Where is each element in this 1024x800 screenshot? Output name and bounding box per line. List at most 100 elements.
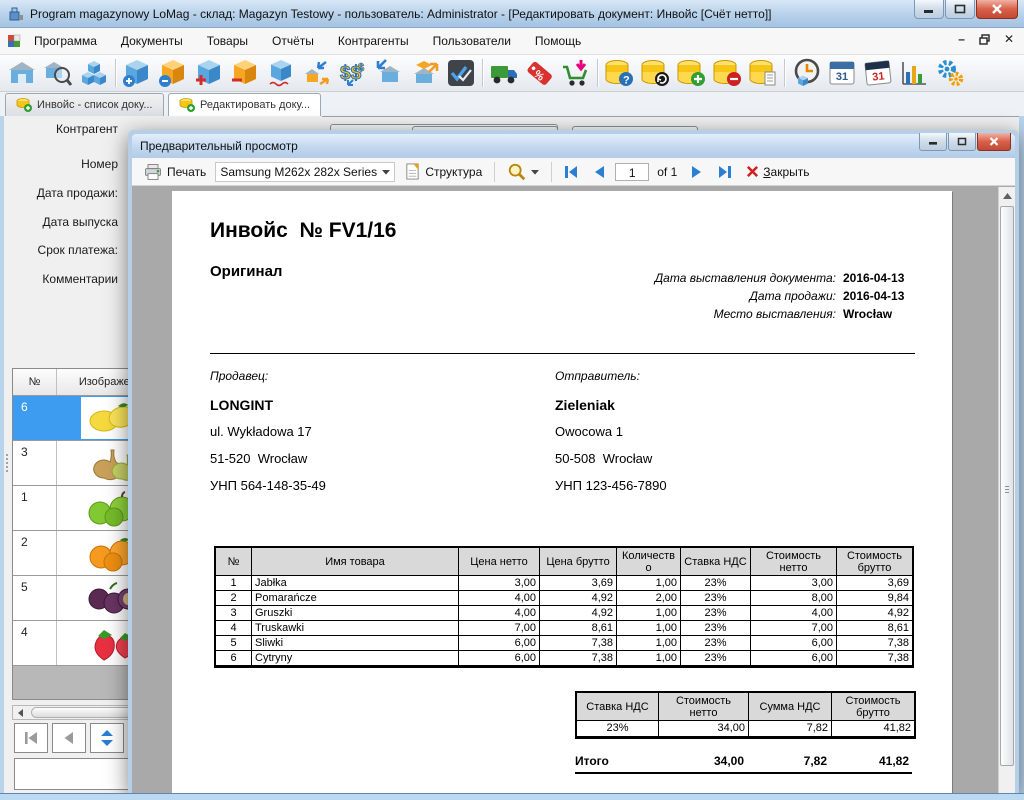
minimize-button[interactable]: [914, 0, 944, 19]
nav-sort-button[interactable]: [90, 723, 124, 753]
settings-gears-icon[interactable]: [932, 56, 968, 91]
scroll-up-icon[interactable]: [999, 187, 1015, 204]
coins-report-icon[interactable]: [745, 56, 781, 91]
nav-prev-button[interactable]: [52, 723, 86, 753]
document-remove-icon[interactable]: [155, 56, 191, 91]
preview-vertical-scrollbar[interactable]: [998, 187, 1015, 794]
menu-reports[interactable]: Отчёты: [260, 30, 326, 52]
structure-button[interactable]: Структура: [399, 160, 487, 183]
document-edit-icon[interactable]: [263, 56, 299, 91]
preview-area: Инвойс № FV1/16 Оригинал Дата выставлени…: [132, 187, 1015, 794]
warehouse-icon[interactable]: [4, 56, 40, 91]
coins-add-icon[interactable]: [673, 56, 709, 91]
menu-program[interactable]: Программа: [22, 30, 109, 52]
chevron-down-icon: [382, 169, 390, 175]
invoice-page: Инвойс № FV1/16 Оригинал Дата выставлени…: [172, 191, 952, 794]
coins-remove-icon[interactable]: [709, 56, 745, 91]
printer-select[interactable]: Samsung M262x 282x Series: [215, 162, 395, 182]
dialog-minimize-button[interactable]: [919, 133, 947, 151]
close-button[interactable]: [976, 0, 1018, 19]
item-cell: 6,00: [459, 636, 540, 651]
lomag-menu-icon: [6, 33, 22, 49]
print-button[interactable]: Печать: [138, 160, 211, 184]
history-clock-icon[interactable]: [788, 56, 824, 91]
items-header: Количество: [617, 548, 681, 576]
total-label: Итого: [575, 754, 657, 768]
goods-icon[interactable]: [76, 56, 112, 91]
items-header: Ставка НДС: [681, 548, 751, 576]
tab-edit-document[interactable]: Редактировать доку...: [168, 93, 321, 116]
menu-help[interactable]: Помощь: [523, 30, 593, 52]
app-icon: [8, 6, 24, 22]
item-cell: 6: [216, 651, 252, 666]
sender-name: Zieleniak: [555, 397, 855, 424]
item-cell: 23%: [681, 591, 751, 606]
dialog-close-button[interactable]: [977, 133, 1011, 151]
purchase-cart-icon[interactable]: [558, 56, 594, 91]
item-cell: 3: [216, 606, 252, 621]
maximize-button[interactable]: [945, 0, 975, 19]
scrollbar-thumb[interactable]: [1000, 206, 1014, 766]
item-cell: 1,00: [617, 576, 681, 591]
vat-header: Ставка НДС: [577, 693, 659, 721]
item-cell: 7,38: [540, 636, 617, 651]
document-add-icon[interactable]: [119, 56, 155, 91]
zoom-button[interactable]: [502, 160, 544, 184]
mdi-minimize-icon[interactable]: –: [958, 32, 965, 46]
item-add-icon[interactable]: [191, 56, 227, 91]
last-page-button[interactable]: [712, 163, 737, 181]
item-cell: 7,38: [837, 636, 912, 651]
goods-issue-icon[interactable]: [407, 56, 443, 91]
warehouse-transfer-icon[interactable]: [299, 56, 335, 91]
bar-chart-icon[interactable]: [896, 56, 932, 91]
delivery-truck-icon[interactable]: [486, 56, 522, 91]
menu-goods[interactable]: Товары: [195, 30, 260, 52]
grid-col-num[interactable]: №: [13, 369, 57, 395]
next-page-button[interactable]: [685, 163, 708, 181]
coins-add-small-icon: [16, 97, 32, 113]
sender-block: Отправитель: Zieleniak Owocowa 1 50-508 …: [555, 369, 855, 505]
item-cell: 7,00: [751, 621, 837, 636]
nav-first-button[interactable]: [14, 723, 48, 753]
mdi-close-icon[interactable]: ✕: [1004, 32, 1014, 46]
dialog-maximize-button[interactable]: [948, 133, 976, 151]
scroll-left-icon[interactable]: [13, 706, 29, 719]
page-number-input[interactable]: 1: [615, 163, 649, 181]
menu-contractors[interactable]: Контрагенты: [326, 30, 421, 52]
structure-label: Структура: [425, 165, 482, 179]
money-icon[interactable]: $$$: [335, 56, 371, 91]
calendar-red-icon[interactable]: 31: [860, 56, 896, 91]
prev-page-button[interactable]: [588, 163, 611, 181]
total-gross: 41,82: [830, 754, 912, 768]
mdi-restore-icon[interactable]: [979, 34, 990, 45]
dialog-titlebar: Предварительный просмотр: [132, 134, 1015, 158]
meta-label: Дата продажи:: [749, 289, 836, 303]
menu-documents[interactable]: Документы: [109, 30, 195, 52]
printer-icon: [143, 162, 163, 182]
first-page-button[interactable]: [559, 163, 584, 181]
items-header: Цена брутто: [540, 548, 617, 576]
seller-block: Продавец: LONGINT ul. Wykładowa 17 51-52…: [210, 369, 510, 505]
toolstrip-grip: [6, 454, 9, 472]
tab-invoice-list[interactable]: Инвойс - список доку...: [5, 93, 164, 116]
menu-users[interactable]: Пользователи: [421, 30, 523, 52]
item-cell: 4,92: [837, 606, 912, 621]
close-preview-label: Закрыть: [763, 165, 809, 179]
item-cell: 23%: [681, 651, 751, 666]
coins-query-icon[interactable]: ?: [601, 56, 637, 91]
coins-exchange-icon[interactable]: [637, 56, 673, 91]
calendar-blue-icon[interactable]: 31: [824, 56, 860, 91]
warehouse-search-icon[interactable]: [40, 56, 76, 91]
vat-header: Стоимость брутто: [832, 693, 914, 721]
seller-city: 51-520 Wrocław: [210, 451, 510, 478]
discount-tag-icon[interactable]: %: [522, 56, 558, 91]
inventory-icon[interactable]: [443, 56, 479, 91]
document-icon: [404, 162, 421, 181]
tabstrip: Инвойс - список доку... Редактировать до…: [0, 92, 1024, 116]
vat-header: Сумма НДС: [749, 693, 832, 721]
item-remove-icon[interactable]: [227, 56, 263, 91]
item-cell: 4: [216, 621, 252, 636]
goods-receive-icon[interactable]: [371, 56, 407, 91]
close-preview-button[interactable]: Закрыть: [741, 163, 814, 181]
item-cell: 1,00: [617, 606, 681, 621]
